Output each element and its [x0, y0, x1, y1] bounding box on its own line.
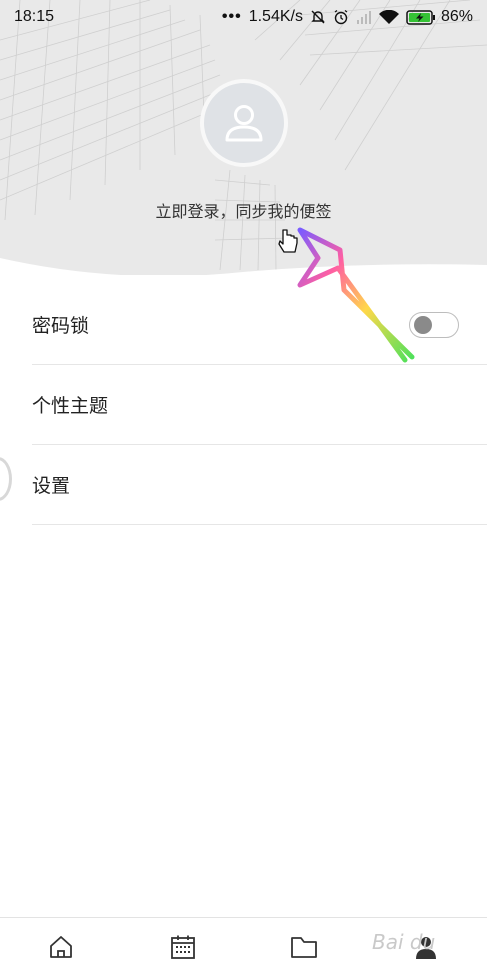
- network-speed: 1.54K/s: [248, 8, 303, 25]
- calendar-icon: [170, 935, 195, 959]
- password-lock-toggle[interactable]: [409, 312, 459, 338]
- nav-home[interactable]: [36, 922, 86, 972]
- menu-item-password-lock[interactable]: 密码锁: [32, 285, 487, 365]
- settings-menu: 密码锁 个性主题 设置: [0, 285, 487, 525]
- menu-item-settings[interactable]: 设置: [32, 445, 487, 525]
- avatar-button[interactable]: [200, 79, 288, 167]
- alarm-icon: [333, 9, 349, 25]
- nav-calendar[interactable]: [158, 922, 208, 972]
- home-icon: [49, 935, 72, 958]
- menu-item-theme[interactable]: 个性主题: [32, 365, 487, 445]
- status-indicators: ••• 1.54K/s 86%: [222, 8, 473, 26]
- toggle-knob: [414, 316, 432, 334]
- menu-item-label: 设置: [32, 476, 71, 497]
- battery-indicator: 86%: [406, 8, 473, 26]
- signal-icon: [356, 10, 372, 24]
- status-time: 18:15: [14, 8, 55, 25]
- folder-icon: [291, 936, 318, 958]
- user-icon: [225, 105, 263, 142]
- menu-item-label: 个性主题: [32, 396, 109, 417]
- profile-header: 18:15 ••• 1.54K/s 86% 立即登录，同步我的便签: [0, 0, 487, 275]
- nav-folder[interactable]: [279, 922, 329, 972]
- menu-item-label: 密码锁: [32, 316, 90, 337]
- login-prompt-link[interactable]: 立即登录，同步我的便签: [0, 198, 487, 222]
- battery-charging-icon: [406, 9, 435, 25]
- mute-bell-icon: [310, 9, 326, 25]
- status-bar: 18:15 ••• 1.54K/s 86%: [0, 0, 487, 34]
- more-notifications-icon: •••: [221, 8, 242, 25]
- wifi-icon: [378, 9, 399, 25]
- watermark-logo: Bai du: [372, 930, 436, 954]
- battery-percent: 86%: [440, 8, 473, 25]
